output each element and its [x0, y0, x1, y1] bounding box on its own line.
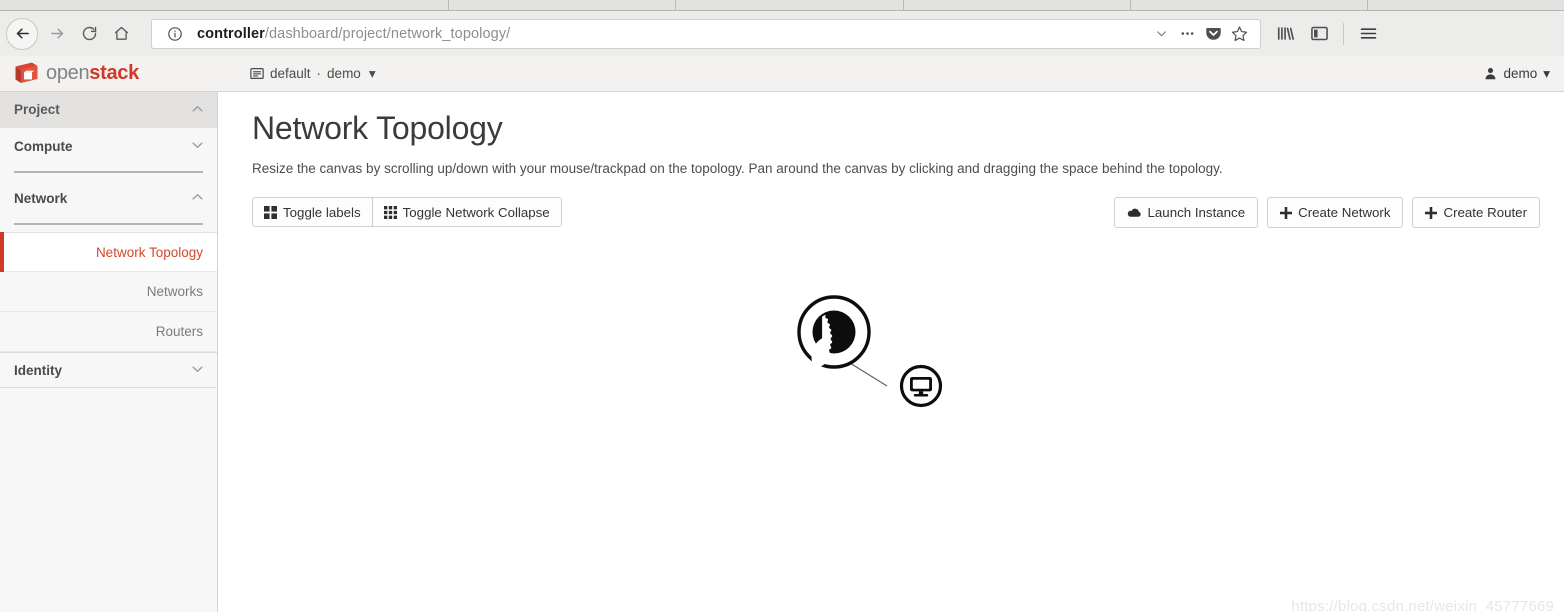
browser-chrome: controller/dashboard/project/network_top…	[0, 0, 1564, 56]
chevron-down-icon	[192, 364, 203, 376]
sidebar-group-label: Network	[14, 190, 68, 206]
tab-separator	[1367, 0, 1368, 11]
hamburger-menu-icon	[1360, 28, 1376, 39]
forward-arrow-icon	[50, 28, 63, 39]
sidebar-navigation: Project Compute Network Network Topology…	[0, 92, 218, 612]
context-project-label: demo	[327, 66, 361, 81]
sidebar-group-network[interactable]: Network	[0, 180, 217, 225]
page-actions-ellipsis-icon[interactable]	[1174, 21, 1200, 47]
logo-text-open: open	[46, 62, 90, 84]
sidebar-item-routers[interactable]: Routers	[0, 312, 217, 352]
library-button[interactable]	[1269, 18, 1301, 50]
sidebar-item-networks[interactable]: Networks	[0, 272, 217, 312]
info-circle-icon[interactable]	[162, 21, 188, 47]
user-name-label: demo	[1503, 66, 1538, 81]
app-body: Project Compute Network Network Topology…	[0, 92, 1564, 612]
sidebar-group-label: Project	[14, 102, 60, 117]
sidebar-group-label: Identity	[14, 362, 63, 378]
browser-tab-strip[interactable]	[0, 0, 1564, 11]
logo-text-stack: stack	[89, 62, 139, 84]
bookmark-star-icon[interactable]	[1226, 21, 1252, 47]
network-topology-canvas[interactable]	[218, 212, 1564, 612]
context-separator: ·	[316, 66, 322, 81]
sidebar-item-label: Network Topology	[95, 244, 203, 260]
openstack-wordmark: openstack	[46, 62, 139, 85]
user-person-icon	[1485, 68, 1496, 80]
pocket-icon[interactable]	[1200, 21, 1226, 47]
chevron-down-icon: ▾	[368, 65, 376, 81]
page-title: Network Topology	[252, 110, 503, 146]
main-content: Network Topology Resize the canvas by sc…	[218, 92, 1564, 612]
chevron-up-icon	[192, 104, 203, 116]
reload-icon	[82, 26, 96, 41]
topology-node-instance[interactable]	[899, 364, 943, 408]
sidebar-group-identity[interactable]: Identity	[0, 352, 217, 388]
topology-graph	[797, 295, 943, 408]
user-menu[interactable]: demo ▾	[1484, 66, 1550, 82]
chevron-up-icon	[192, 192, 203, 204]
chevron-down-icon	[192, 140, 203, 152]
chevron-down-icon[interactable]	[1148, 21, 1174, 47]
sidebar-item-network-topology[interactable]: Network Topology	[0, 232, 217, 272]
sidebar-group-label: Compute	[14, 138, 73, 154]
sidebar-item-label: Routers	[155, 324, 203, 339]
sidebar-item-label: Networks	[146, 284, 203, 299]
chevron-down-icon: ▾	[1543, 65, 1550, 81]
sidebar-block-network: Network	[0, 180, 217, 232]
page-description: Resize the canvas by scrolling up/down w…	[252, 161, 1223, 176]
watermark-text: https://blog.csdn.net/weixin_45777669	[1291, 598, 1554, 612]
browser-navigation-toolbar: controller/dashboard/project/network_top…	[0, 11, 1564, 56]
tab-separator	[675, 0, 676, 11]
url-bar[interactable]: controller/dashboard/project/network_top…	[151, 18, 1261, 49]
home-button[interactable]	[105, 18, 137, 50]
reload-button[interactable]	[73, 18, 105, 50]
sidebar-group-underline	[14, 171, 203, 173]
forward-button[interactable]	[41, 18, 73, 50]
back-arrow-icon	[16, 28, 29, 39]
library-icon	[1277, 27, 1294, 40]
openstack-cube-icon	[15, 62, 38, 83]
tab-separator	[448, 0, 449, 11]
tab-separator	[903, 0, 904, 11]
sidebar-toggle-icon	[1310, 26, 1328, 41]
sidebar-group-underline	[14, 223, 203, 225]
app-menu-button[interactable]	[1352, 18, 1384, 50]
sidebar-block-compute: Compute	[0, 128, 217, 180]
browser-toolbar-right	[1269, 18, 1384, 50]
topology-node-external-network[interactable]	[797, 295, 871, 369]
project-context-switcher[interactable]: default · demo ▾	[250, 66, 376, 82]
sidebar-group-compute[interactable]: Compute	[0, 128, 217, 173]
project-card-icon	[250, 67, 264, 80]
context-domain-label: default	[270, 66, 311, 81]
openstack-logo[interactable]: openstack	[0, 61, 218, 86]
toolbar-divider	[1343, 22, 1344, 45]
openstack-header: openstack default · demo ▾ demo ▾	[0, 56, 1564, 92]
url-text[interactable]: controller/dashboard/project/network_top…	[188, 26, 1148, 42]
home-icon	[114, 26, 128, 40]
back-button[interactable]	[6, 17, 38, 50]
sidebar-group-project[interactable]: Project	[0, 92, 217, 128]
sidebar-toggle-button[interactable]	[1303, 18, 1335, 50]
tab-separator	[1130, 0, 1131, 11]
